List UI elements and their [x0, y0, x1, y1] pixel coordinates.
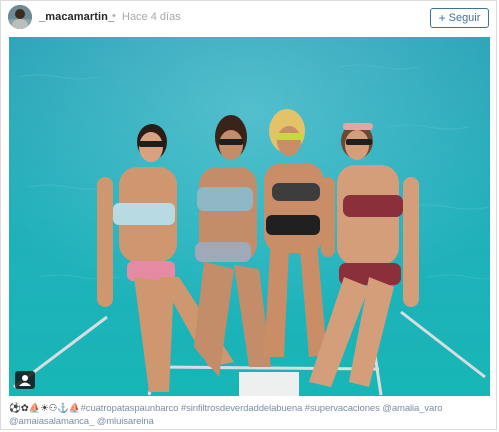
caption-emojis: ⚽✿⛵☀⚇⚓⛵ — [9, 403, 81, 414]
people-tag-icon[interactable] — [15, 371, 35, 389]
post-photo[interactable] — [9, 37, 490, 396]
hashtag-link[interactable]: #supervacaciones — [305, 403, 380, 414]
username-link[interactable]: _macamartin_ — [39, 11, 114, 23]
post-timestamp[interactable]: Hace 4 días — [122, 11, 181, 23]
follow-button[interactable]: + Seguir — [430, 8, 489, 28]
post-header: _macamartin_ • Hace 4 días + Seguir — [1, 1, 498, 35]
post-caption: ⚽✿⛵☀⚇⚓⛵#cuatropataspaunbarco #sinfiltros… — [9, 402, 491, 428]
follow-button-label: Seguir — [448, 12, 481, 24]
mention-link[interactable]: @amalia_varo — [382, 403, 442, 414]
instagram-post-card: _macamartin_ • Hace 4 días + Seguir ⚽✿⛵☀… — [0, 0, 497, 430]
mention-link[interactable]: @mluisareina — [97, 416, 154, 427]
separator-dot: • — [112, 10, 116, 22]
user-avatar[interactable] — [8, 5, 32, 29]
plus-icon: + — [438, 11, 446, 25]
hashtag-link[interactable]: #sinfiltrosdeverdaddelabuena — [181, 403, 302, 414]
hashtag-link[interactable]: #cuatropataspaunbarco — [81, 403, 179, 414]
mention-link[interactable]: @amaiasalamanca_ — [9, 416, 94, 427]
